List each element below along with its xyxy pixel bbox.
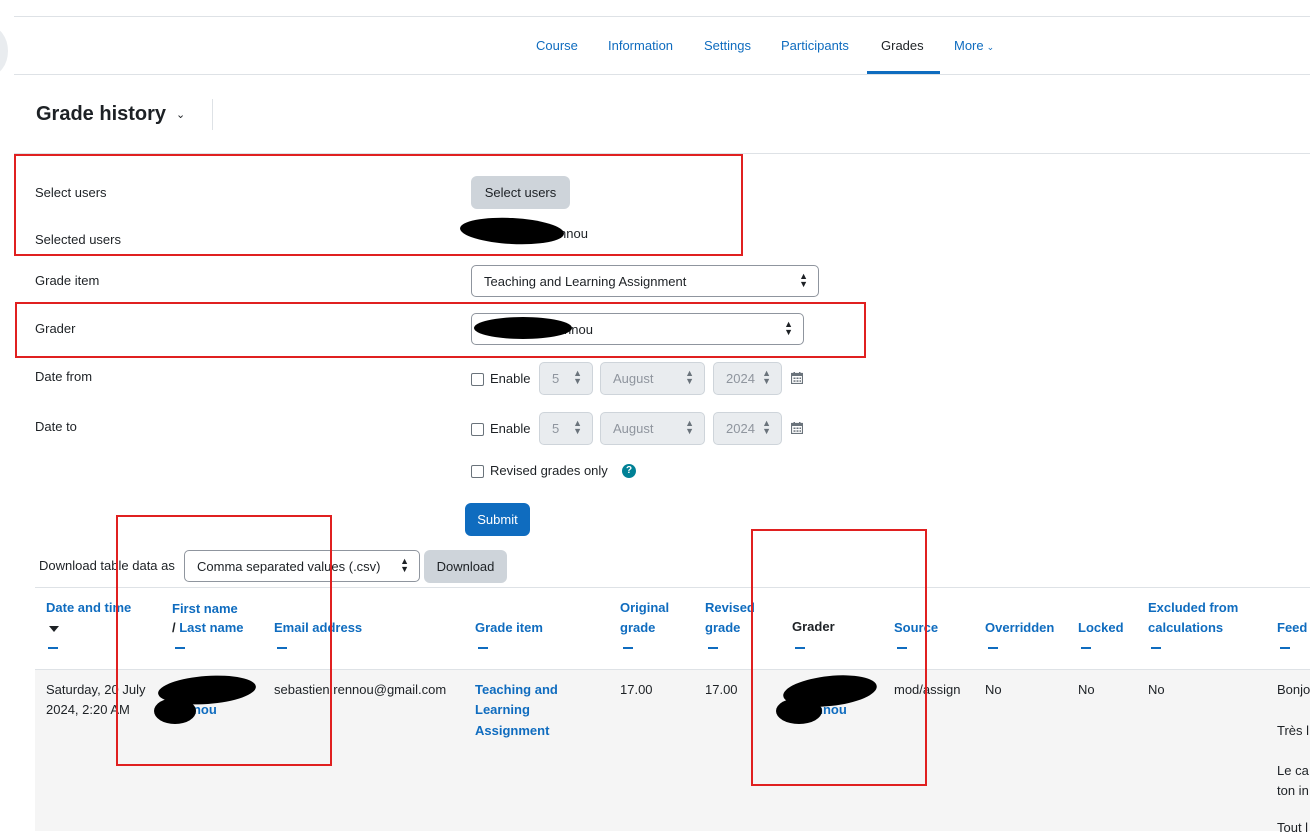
- select-arrows-icon: ▲ ▼: [799, 271, 808, 289]
- collapse-icon[interactable]: [1280, 647, 1290, 649]
- nav-course[interactable]: Course: [536, 38, 578, 53]
- date-from-day-value: 5: [552, 371, 560, 386]
- th-revised-grade-2[interactable]: grade: [705, 618, 740, 638]
- grade-item-select[interactable]: Teaching and Learning Assignment ▲ ▼: [471, 265, 819, 297]
- date-to-enable-checkbox[interactable]: [471, 423, 484, 436]
- th-excluded-2[interactable]: calculations: [1148, 618, 1223, 638]
- date-from-enable-label: Enable: [490, 371, 531, 386]
- page-title[interactable]: Grade history: [36, 103, 166, 126]
- cell-feedback-5: Tout l: [1277, 820, 1309, 835]
- th-revised-grade-1[interactable]: Revised: [705, 598, 755, 618]
- annotation-box-users: [14, 154, 743, 256]
- download-button[interactable]: Download: [424, 550, 507, 583]
- revised-grades-checkbox[interactable]: [471, 465, 484, 478]
- date-from-year-select[interactable]: 2024 ▲ ▼: [713, 362, 782, 395]
- nav-grades[interactable]: Grades: [881, 38, 924, 53]
- calendar-icon[interactable]: [791, 372, 803, 384]
- cell-grade-item-2[interactable]: Learning: [475, 700, 530, 721]
- sort-desc-icon: [49, 626, 59, 632]
- date-from-label: Date from: [35, 369, 93, 384]
- nav-settings[interactable]: Settings: [704, 38, 751, 53]
- collapse-icon[interactable]: [988, 647, 998, 649]
- th-excluded-1[interactable]: Excluded from: [1148, 598, 1238, 618]
- select-arrows-icon: ▲ ▼: [573, 368, 582, 386]
- cell-locked: No: [1078, 682, 1095, 697]
- nav-more[interactable]: More ⌄: [954, 38, 994, 53]
- select-arrows-icon: ▲ ▼: [685, 368, 694, 386]
- submit-button[interactable]: Submit: [465, 503, 530, 536]
- grade-item-value: Teaching and Learning Assignment: [484, 274, 687, 289]
- collapse-icon[interactable]: [478, 647, 488, 649]
- revised-grades-label: Revised grades only: [490, 463, 608, 478]
- date-to-enable-label: Enable: [490, 421, 531, 436]
- cell-grade-item-3[interactable]: Assignment: [475, 721, 549, 742]
- th-locked[interactable]: Locked: [1078, 618, 1124, 638]
- cell-feedback-1: Bonjo: [1277, 682, 1310, 697]
- annotation-box-grader: [15, 302, 866, 358]
- nav-more-label: More: [954, 38, 984, 53]
- collapse-icon[interactable]: [48, 647, 58, 649]
- date-to-day-value: 5: [552, 421, 560, 436]
- date-from-enable-checkbox[interactable]: [471, 373, 484, 386]
- select-arrows-icon: ▲ ▼: [762, 418, 771, 436]
- date-to-year-value: 2024: [726, 421, 755, 436]
- calendar-icon[interactable]: [791, 422, 803, 434]
- collapse-icon[interactable]: [708, 647, 718, 649]
- select-arrows-icon: ▲ ▼: [400, 556, 409, 574]
- nav-participants[interactable]: Participants: [781, 38, 849, 53]
- date-to-month-select[interactable]: August ▲ ▼: [600, 412, 705, 445]
- cell-revised-grade: 17.00: [705, 682, 738, 697]
- select-arrows-icon: ▲ ▼: [762, 368, 771, 386]
- cell-grade-item-1[interactable]: Teaching and: [475, 680, 558, 701]
- collapse-icon[interactable]: [1151, 647, 1161, 649]
- chevron-down-icon[interactable]: ⌄: [176, 108, 185, 121]
- date-from-month-value: August: [613, 371, 654, 386]
- help-icon[interactable]: ?: [622, 464, 636, 478]
- annotation-box-name-column: [116, 515, 332, 766]
- cell-feedback-3: Le ca: [1277, 763, 1309, 778]
- date-from-year-value: 2024: [726, 371, 755, 386]
- collapse-icon[interactable]: [623, 647, 633, 649]
- date-to-month-value: August: [613, 421, 654, 436]
- th-feedback[interactable]: Feed: [1277, 618, 1307, 638]
- date-from-day-select[interactable]: 5 ▲ ▼: [539, 362, 593, 395]
- th-overridden[interactable]: Overridden: [985, 618, 1054, 638]
- date-from-month-select[interactable]: August ▲ ▼: [600, 362, 705, 395]
- th-original-grade-2[interactable]: grade: [620, 618, 655, 638]
- cell-original-grade: 17.00: [620, 682, 653, 697]
- th-original-grade-1[interactable]: Original: [620, 598, 669, 618]
- cell-feedback-4: ton in: [1277, 783, 1309, 798]
- select-arrows-icon: ▲ ▼: [573, 418, 582, 436]
- nav-information[interactable]: Information: [608, 38, 673, 53]
- date-to-day-select[interactable]: 5 ▲ ▼: [539, 412, 593, 445]
- date-to-year-select[interactable]: 2024 ▲ ▼: [713, 412, 782, 445]
- cell-overridden: No: [985, 682, 1002, 697]
- cell-feedback-2: Très l: [1277, 723, 1310, 738]
- collapse-icon[interactable]: [1081, 647, 1091, 649]
- grade-item-label: Grade item: [35, 273, 100, 288]
- active-tab-indicator: [867, 71, 940, 74]
- chevron-down-icon: ⌄: [986, 42, 995, 52]
- avatar[interactable]: [0, 26, 8, 76]
- cell-excluded: No: [1148, 682, 1165, 697]
- th-grade-item[interactable]: Grade item: [475, 618, 543, 638]
- secondary-nav: Course Information Settings Participants…: [14, 17, 1310, 75]
- date-to-label: Date to: [35, 419, 77, 434]
- select-arrows-icon: ▲ ▼: [685, 418, 694, 436]
- annotation-box-grader-column: [751, 529, 927, 786]
- title-divider: [212, 99, 213, 130]
